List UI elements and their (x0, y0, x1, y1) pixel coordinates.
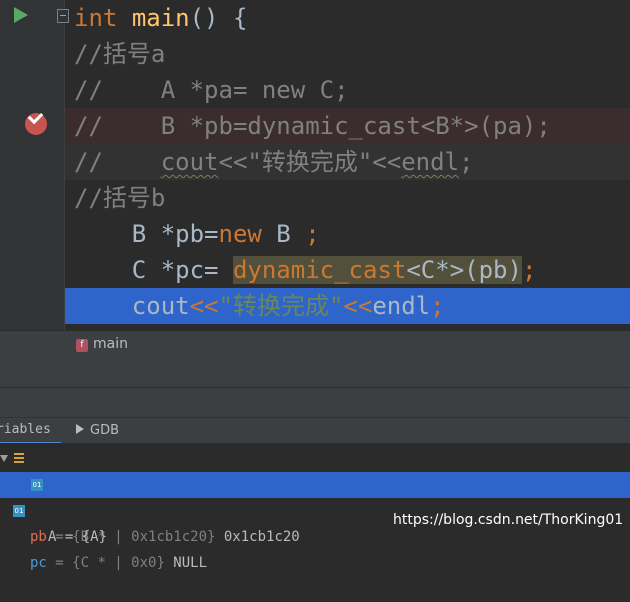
field-icon: 01 (31, 479, 43, 491)
variable-name: pc (30, 555, 47, 571)
semicolon: ; (430, 292, 445, 320)
code-text: cout (74, 292, 190, 320)
variable-type: {C * | 0x0} (72, 555, 165, 571)
tab-variables[interactable]: riables (0, 422, 61, 445)
equals: = (56, 529, 82, 545)
code-editor[interactable]: int main() { //括号a // A *pa= new C; // B… (0, 0, 630, 330)
comment: // (74, 148, 161, 176)
code-line-6[interactable]: //括号b (65, 180, 630, 216)
editor-gutter[interactable] (0, 0, 64, 330)
function-icon: f (76, 339, 88, 352)
code-line-9-execution-point[interactable]: cout<<"转换完成"<<endl; (65, 288, 630, 324)
console-icon (76, 424, 84, 434)
operator: << (189, 292, 219, 320)
watermark: https://blog.csdn.net/ThorKing01 (393, 512, 624, 528)
code-line-1[interactable]: int main() { (65, 0, 630, 36)
keyword: int (74, 4, 118, 32)
semicolon: ; (521, 256, 537, 284)
code-line-5[interactable]: // cout<<"转换完成"<<endl; (65, 144, 630, 180)
code-text: C *pc= (74, 256, 233, 284)
code-line-8[interactable]: C *pc= dynamic_cast<C*>(pb); (65, 252, 630, 288)
comment: <<"转换完成"<< (218, 148, 402, 176)
variable-value: {A} (81, 529, 108, 545)
code-text: B (261, 220, 306, 248)
tab-gdb-label: GDB (90, 423, 120, 438)
equals: = (46, 555, 73, 571)
field-icon: 01 (13, 505, 25, 517)
code-line-4-breakpoint[interactable]: // B *pb=dynamic_cast<B*>(pa); (65, 108, 630, 144)
debug-toolbar (0, 387, 630, 418)
expand-chevron-icon[interactable] (0, 455, 8, 462)
comment: cout (160, 148, 219, 176)
code-text: () { (189, 4, 248, 32)
variable-row-pb[interactable]: pb = {B * | 0x1cb1c20} 0x1cb1c20 (0, 446, 630, 545)
pointer-icon (14, 453, 24, 463)
breadcrumb-item-main[interactable]: main (93, 336, 128, 352)
keyword: dynamic_cast (232, 256, 407, 284)
comment: // A *pa= new C; (74, 76, 349, 104)
variable-row-a[interactable]: 01 A = {A} (0, 472, 630, 545)
run-icon[interactable] (14, 7, 28, 23)
string-literal: "转换完成" (218, 292, 344, 320)
code-line-2[interactable]: //括号a (65, 36, 630, 72)
panel-spacer (0, 361, 630, 387)
tab-gdb[interactable]: GDB (76, 423, 119, 438)
operator: << (343, 292, 373, 320)
debug-tabs: riables GDB (0, 417, 630, 445)
code-text: endl (372, 292, 431, 320)
keyword: new (218, 220, 262, 248)
comment: ; (459, 148, 474, 176)
variable-value: NULL (164, 555, 208, 571)
comment: // B *pb=dynamic_cast<B*>(pa); (74, 112, 551, 140)
code-line-7[interactable]: B *pb=new B ; (65, 216, 630, 252)
comment: endl (401, 148, 459, 176)
breadcrumb: f main (0, 330, 630, 361)
function-name: main (131, 4, 190, 32)
code-line-3[interactable]: // A *pa= new C; (65, 72, 630, 108)
semicolon: ; (305, 220, 320, 248)
code-text: B *pb= (74, 220, 219, 248)
code-text: <C*>(pb) (406, 256, 522, 284)
comment: //括号a (74, 40, 166, 68)
comment: //括号b (74, 184, 166, 212)
variable-value: 0x1cb1c20 (215, 529, 300, 545)
